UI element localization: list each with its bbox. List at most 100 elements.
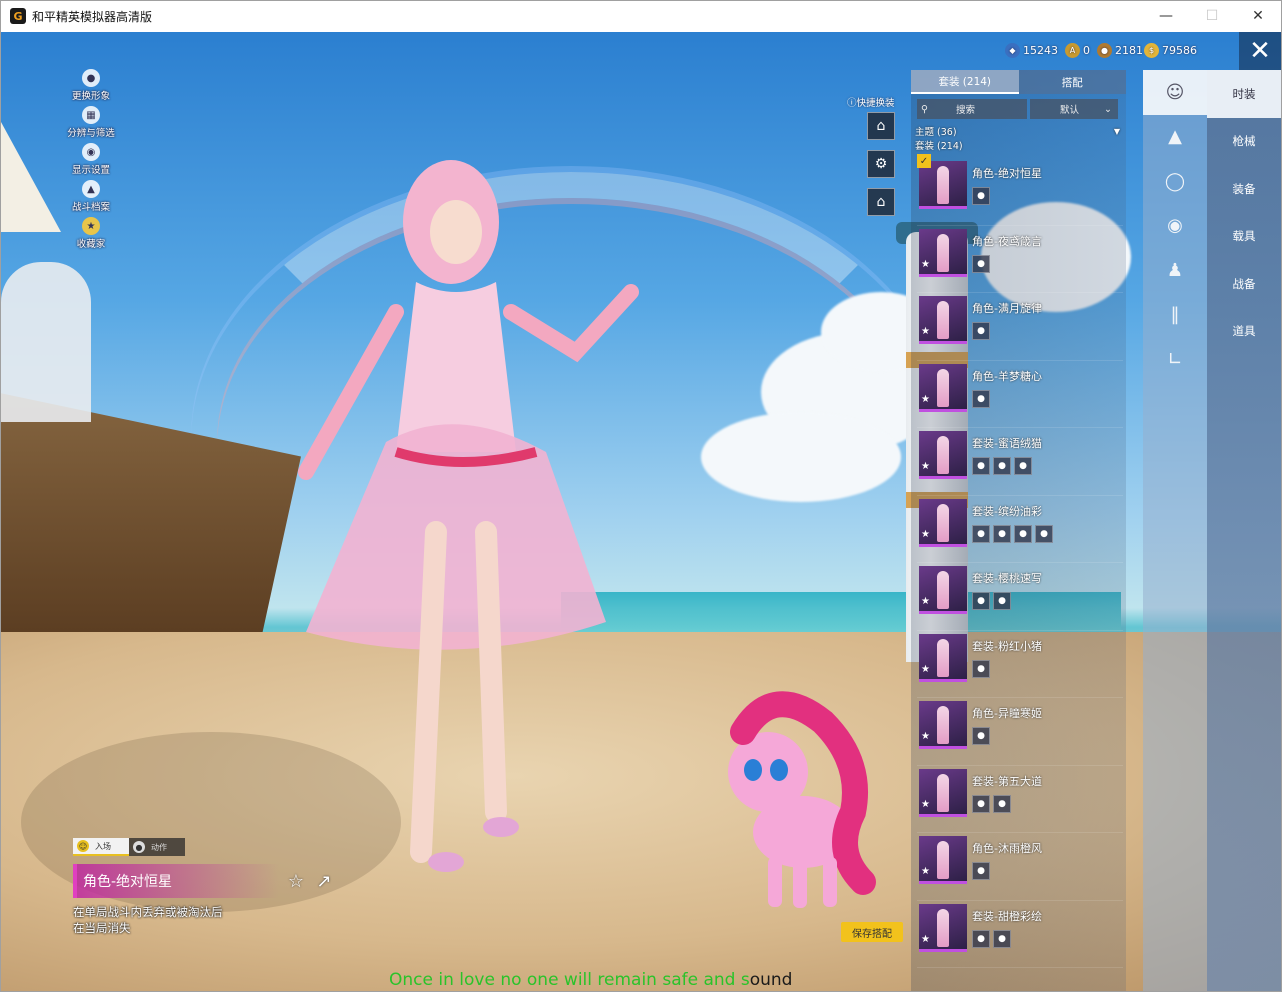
maximize-button[interactable]: ☐ (1189, 1, 1235, 31)
list-item[interactable]: ★ 套装-蜜语绒猫 ● ● ● (917, 428, 1123, 496)
dropdown-arrow-icon: ▼ (1113, 126, 1120, 136)
part-icon[interactable]: ● (972, 389, 990, 408)
display-settings-tool[interactable]: ◉ 显示设置 (59, 143, 123, 180)
pants-icon: ‖ (1170, 304, 1180, 326)
list-item[interactable]: ★ 角色-异瞳寒姬 ● (917, 698, 1123, 766)
part-icon[interactable]: ● (972, 727, 990, 745)
chevron-down-icon: ⌄ (1104, 103, 1112, 115)
goggles-icon: ◯ (1164, 170, 1186, 192)
medal-icon: ● (1097, 42, 1112, 58)
collector-tool[interactable]: ★ 收藏家 (59, 217, 123, 254)
window-title: 和平精英模拟器高清版 (32, 9, 153, 24)
part-icon[interactable]: ● (1014, 457, 1032, 475)
left-toolbar: ● 更换形象 ▦ 分辨与筛选 ◉ 显示设置 ▲ 战斗档案 ★ 收藏家 (59, 69, 123, 254)
part-icon[interactable]: ● (993, 524, 1011, 543)
part-icon[interactable]: ● (972, 794, 990, 813)
list-item[interactable]: ★ 套装-樱桃速写 ● ● (917, 563, 1123, 631)
close-window-button[interactable]: ✕ (1235, 1, 1281, 31)
outfit-thumbnail: ★ (919, 296, 967, 344)
sort-dropdown[interactable]: 默认 ⌄ (1030, 99, 1118, 119)
glasses-slot-button[interactable]: ◯ (1143, 159, 1207, 204)
list-item[interactable]: ★ 套装-粉红小猪 ● (917, 631, 1123, 698)
quick-outfit-slot-3[interactable]: ⌂ (867, 188, 895, 216)
pants-slot-button[interactable]: ‖ (1143, 293, 1207, 338)
tab-battle-prep[interactable]: 战备 (1207, 260, 1281, 308)
motion-tabs: ☺ 入场 ● 动作 (73, 838, 185, 856)
mask-icon: ◉ (1167, 215, 1183, 237)
list-item[interactable]: ★ 套装-第五大道 ● ● (917, 766, 1123, 833)
quick-outfit-slot-2[interactable]: ⚙ (867, 150, 895, 178)
search-input[interactable]: ⚲ 搜索 (917, 99, 1027, 119)
top-slot-button[interactable]: ♟ (1143, 248, 1207, 293)
quick-change-label[interactable]: ⓘ快捷换装 (847, 95, 895, 109)
star-icon: ★ (921, 663, 930, 675)
profile-icon: ▲ (82, 180, 100, 198)
tab-entrance[interactable]: ☺ 入场 (73, 838, 129, 856)
item-actions: ☆ ↗ (285, 870, 335, 892)
part-icon[interactable]: ● (972, 187, 990, 205)
outfit-list: ✓ 角色-绝对恒星 ● ★ 角色-夜鸢箴言 ● ★ 角色-满月旋律 ● ★ 角色… (917, 154, 1123, 968)
list-item[interactable]: ★ 套装-甜橙彩绘 ● ● (917, 901, 1123, 968)
list-item[interactable]: ✓ 角色-绝对恒星 ● (917, 154, 1123, 226)
tab-action[interactable]: ● 动作 (129, 838, 185, 856)
list-item[interactable]: ★ 角色-夜鸢箴言 ● (917, 226, 1123, 293)
themes-category[interactable]: 主题 (36) ▼ (915, 124, 1126, 139)
outfit-panel-tabs: 套装 (214) 搭配 (911, 70, 1126, 94)
part-icon[interactable]: ● (993, 794, 1011, 813)
close-icon: ✕ (1249, 36, 1271, 66)
part-icon[interactable]: ● (972, 254, 990, 273)
list-item[interactable]: ★ 角色-沐雨橙风 ● (917, 833, 1123, 901)
pony-pet[interactable] (713, 682, 878, 912)
ship-cabin (1, 262, 91, 422)
tab-guns[interactable]: 枪械 (1207, 118, 1281, 166)
part-icon[interactable]: ● (972, 659, 990, 678)
filter-tool[interactable]: ▦ 分辨与筛选 (59, 106, 123, 143)
list-item[interactable]: ★ 角色-满月旋律 ● (917, 293, 1123, 361)
minimize-button[interactable]: — (1143, 1, 1189, 31)
part-icon[interactable]: ● (972, 524, 990, 543)
tab-vehicles[interactable]: 载具 (1207, 213, 1281, 261)
list-item[interactable]: ★ 角色-羊梦糖心 ● (917, 361, 1123, 428)
close-wardrobe-button[interactable]: ✕ (1239, 32, 1281, 70)
character-model[interactable] (246, 152, 656, 912)
part-icon[interactable]: ● (972, 929, 990, 948)
part-icon[interactable]: ● (993, 592, 1011, 610)
part-icon[interactable]: ● (1014, 524, 1032, 543)
song-subtitle: Once in love no one will remain safe and… (389, 970, 793, 990)
currency-token: A 0 (1065, 41, 1090, 59)
star-icon: ★ (921, 326, 930, 337)
tab-combos[interactable]: 搭配 (1019, 70, 1127, 94)
hat-slot-button[interactable]: ▲ (1143, 115, 1207, 160)
share-icon[interactable]: ↗ (313, 870, 335, 892)
quick-outfit-slot-1[interactable]: ⌂ (867, 112, 895, 140)
outfit-thumbnail: ★ (919, 701, 967, 749)
list-item[interactable]: ★ 套装-缤纷油彩 ● ● ● ● (917, 496, 1123, 563)
change-avatar-tool[interactable]: ● 更换形象 (59, 69, 123, 106)
tab-items[interactable]: 道具 (1207, 308, 1281, 356)
outfit-thumbnail: ★ (919, 228, 967, 277)
part-icon[interactable]: ● (972, 592, 990, 610)
tab-fashion[interactable]: 时装 (1207, 70, 1281, 118)
tab-equipment[interactable]: 装备 (1207, 165, 1281, 213)
battle-profile-tool[interactable]: ▲ 战斗档案 (59, 180, 123, 217)
star-icon: ★ (921, 798, 930, 810)
part-icon[interactable]: ● (993, 929, 1011, 948)
star-icon: ★ (921, 258, 930, 270)
shoes-slot-button[interactable]: ∟ (1143, 337, 1207, 382)
part-icon[interactable]: ● (972, 322, 990, 340)
part-icon[interactable]: ● (993, 457, 1011, 475)
tab-suits[interactable]: 套装 (214) (911, 70, 1019, 94)
part-icon[interactable]: ● (972, 457, 990, 475)
outfit-thumbnail: ★ (919, 903, 967, 952)
suits-category[interactable]: 套装 (214) (915, 138, 1126, 152)
category-nav: 时装 枪械 装备 载具 战备 道具 (1207, 70, 1281, 991)
part-icon[interactable]: ● (972, 862, 990, 880)
favorite-star-icon[interactable]: ☆ (285, 870, 307, 892)
person-icon: ● (133, 841, 145, 853)
part-icon[interactable]: ● (1035, 524, 1053, 543)
mask-slot-button[interactable]: ◉ (1143, 204, 1207, 249)
hanger-icon: ⌂ (876, 118, 886, 134)
outfit-slot-button[interactable]: ☺ (1143, 70, 1207, 115)
save-combo-button[interactable]: 保存搭配 (841, 922, 903, 942)
window-controls: — ☐ ✕ (1143, 1, 1281, 31)
